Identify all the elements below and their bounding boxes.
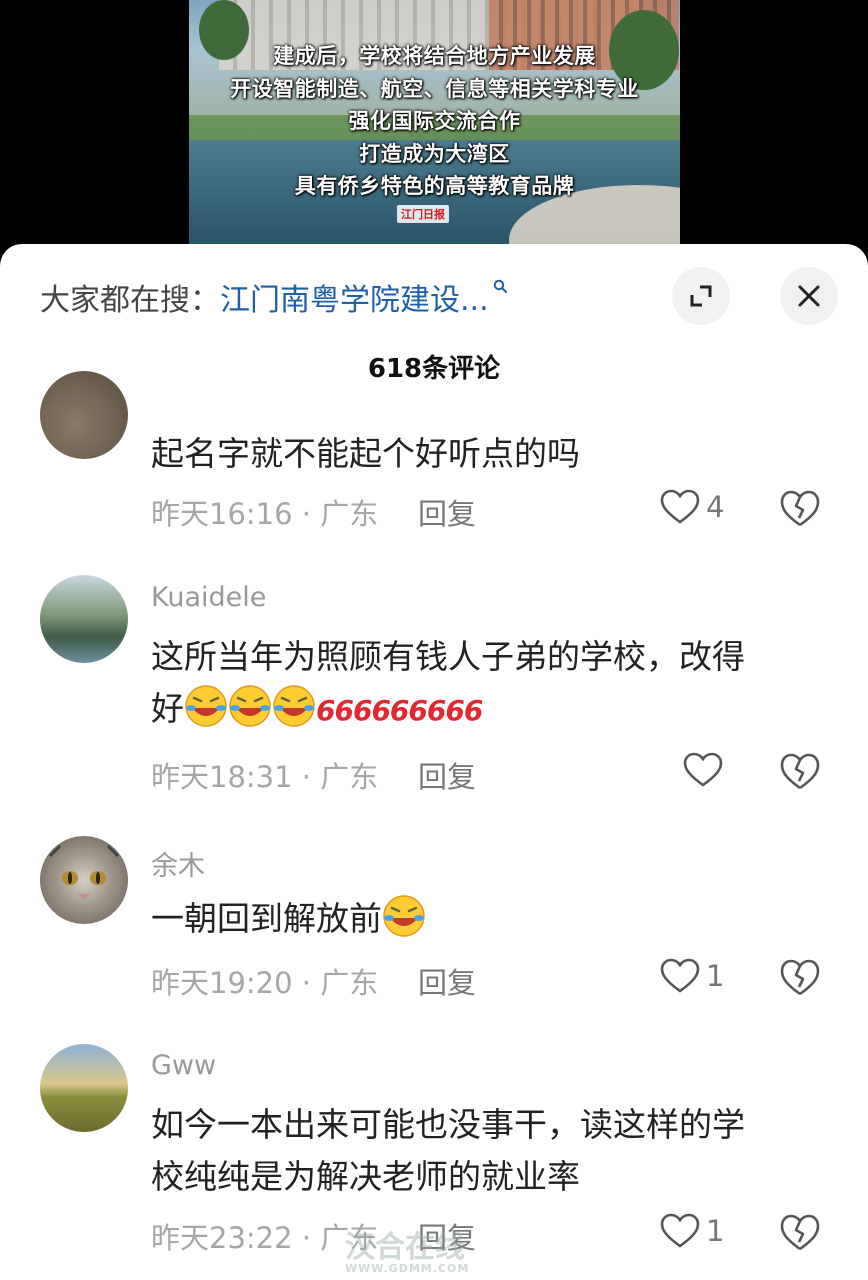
- comment-meta: 昨天16:16 · 广东: [151, 497, 379, 531]
- caption-line: 具有侨乡特色的高等教育品牌: [294, 174, 575, 198]
- watermark: 汉合在线 WWW.GDMM.COM: [345, 1222, 545, 1275]
- laugh-cry-emoji-icon: [185, 685, 227, 727]
- broken-heart-icon[interactable]: [780, 490, 820, 528]
- caption-line: 打造成为大湾区: [359, 141, 510, 166]
- watermark-text: 汉合在线: [345, 1230, 465, 1265]
- caption-line: 建成后，学校将结合地方产业发展: [273, 44, 596, 68]
- heart-icon: [660, 958, 700, 993]
- avatar[interactable]: [40, 575, 128, 663]
- like-button[interactable]: [683, 752, 723, 788]
- comment-text-line: 如今一本出来可能也没事干，读这样的学: [151, 1105, 745, 1144]
- comment-text: 起名字就不能起个好听点的吗: [151, 434, 580, 473]
- laugh-cry-emoji-icon: [383, 895, 425, 937]
- comment-sheet: 大家都在搜： 江门南粤学院建设... 618条评论 起名字就不能起个好听点的吗 …: [0, 244, 868, 1280]
- like-button[interactable]: 1: [660, 958, 724, 994]
- like-button[interactable]: 1: [660, 1213, 724, 1249]
- comment-text: 如今一本出来可能也没事干，读这样的学 校纯纯是为解决老师的就业率: [151, 1099, 821, 1203]
- comment-meta: 昨天19:20 · 广东: [151, 966, 379, 1000]
- comment-username[interactable]: Kuaidele: [151, 582, 266, 613]
- expand-button[interactable]: [672, 267, 730, 325]
- avatar[interactable]: [40, 1044, 128, 1132]
- like-count: 1: [706, 1214, 725, 1248]
- caption-line: 开设智能制造、航空、信息等相关学科专业: [230, 76, 639, 101]
- search-icon: [493, 279, 507, 293]
- trending-search[interactable]: 大家都在搜： 江门南粤学院建设...: [40, 274, 507, 320]
- like-count: 1: [706, 959, 725, 993]
- comment-text: 这所当年为照顾有钱人子弟的学校，改得 好 666666666: [151, 631, 821, 737]
- heart-icon: [683, 752, 723, 787]
- close-icon: [798, 285, 820, 307]
- comment-text-line: 这所当年为照顾有钱人子弟的学校，改得: [151, 637, 745, 676]
- heart-icon: [660, 1213, 700, 1248]
- comment-text: 一朝回到解放前: [151, 893, 821, 945]
- comment-text-prefix: 好: [151, 689, 184, 728]
- broken-heart-icon[interactable]: [780, 959, 820, 997]
- trending-search-prefix: 大家都在搜：: [40, 283, 220, 318]
- reply-button[interactable]: 回复: [418, 754, 476, 796]
- six-six-six-sticker: 666666666: [316, 694, 483, 727]
- close-button[interactable]: [780, 267, 838, 325]
- reply-button[interactable]: 回复: [418, 491, 476, 533]
- comment-username[interactable]: 余木: [151, 844, 205, 883]
- reply-button[interactable]: 回复: [418, 960, 476, 1002]
- comment-text-body: 一朝回到解放前: [151, 899, 382, 938]
- comments-count: 618条评论: [367, 354, 501, 384]
- comment-text-line: 校纯纯是为解决老师的就业率: [151, 1157, 580, 1196]
- broken-heart-icon[interactable]: [780, 753, 820, 791]
- video-caption: 建成后，学校将结合地方产业发展 开设智能制造、航空、信息等相关学科专业 强化国际…: [189, 40, 680, 203]
- cat-avatar-image: [48, 844, 120, 900]
- caption-line: 强化国际交流合作: [348, 109, 521, 133]
- comment-text-line: 好 666666666: [151, 683, 821, 737]
- comment-username[interactable]: Gww: [151, 1050, 216, 1081]
- avatar[interactable]: [40, 836, 128, 924]
- news-logo: 江门日报: [397, 205, 449, 223]
- trending-search-term[interactable]: 江门南粤学院建设...: [220, 275, 489, 319]
- heart-icon: [660, 489, 700, 524]
- comment-meta: 昨天18:31 · 广东: [151, 760, 379, 794]
- expand-icon: [690, 285, 712, 307]
- video-player[interactable]: 建成后，学校将结合地方产业发展 开设智能制造、航空、信息等相关学科专业 强化国际…: [189, 0, 680, 244]
- broken-heart-icon[interactable]: [780, 1214, 820, 1252]
- like-button[interactable]: 4: [660, 489, 724, 525]
- avatar[interactable]: [40, 371, 128, 459]
- like-count: 4: [706, 490, 725, 524]
- watermark-url: WWW.GDMM.COM: [345, 1262, 470, 1275]
- laugh-cry-emoji-icon: [229, 685, 271, 727]
- laugh-cry-emoji-icon: [273, 685, 315, 727]
